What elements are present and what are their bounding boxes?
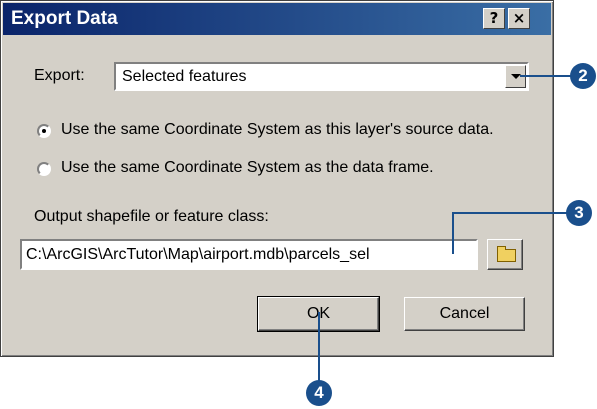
close-button[interactable]: ×	[508, 8, 530, 29]
callout-line-3b	[452, 212, 572, 214]
window-title: Export Data	[11, 8, 118, 29]
callout-4: 4	[306, 380, 332, 406]
radio-data-frame[interactable]	[37, 162, 51, 176]
cancel-button[interactable]: Cancel	[404, 297, 525, 331]
callout-line-4	[318, 312, 320, 386]
callout-3: 3	[566, 200, 592, 226]
callout-2: 2	[570, 63, 596, 89]
output-path-value: C:\ArcGIS\ArcTutor\Map\airport.mdb\parce…	[26, 246, 370, 263]
browse-button[interactable]	[487, 239, 523, 270]
callout-line-3a	[452, 212, 454, 254]
export-data-dialog: Export Data ? × Export: Selected feature…	[0, 0, 554, 357]
help-button[interactable]: ?	[483, 8, 505, 29]
export-selected-value: Selected features	[122, 68, 247, 85]
title-bar[interactable]: Export Data ? ×	[3, 3, 551, 35]
export-combobox[interactable]: Selected features	[114, 62, 529, 91]
folder-open-icon	[497, 246, 516, 262]
radio-data-frame-label[interactable]: Use the same Coordinate System as the da…	[61, 159, 434, 177]
output-path-input[interactable]: C:\ArcGIS\ArcTutor\Map\airport.mdb\parce…	[20, 239, 478, 270]
radio-source-data[interactable]	[37, 124, 51, 138]
radio-source-data-label[interactable]: Use the same Coordinate System as this l…	[61, 121, 494, 139]
export-label: Export:	[34, 67, 85, 84]
output-label: Output shapefile or feature class:	[34, 208, 269, 225]
